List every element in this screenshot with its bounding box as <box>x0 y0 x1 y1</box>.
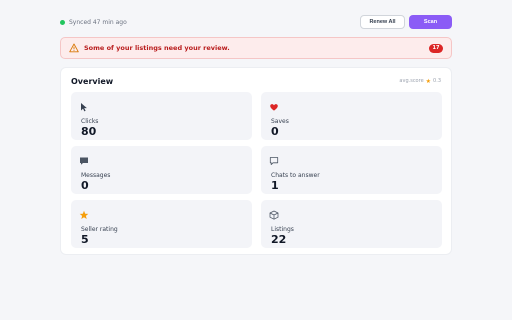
cursor-icon <box>79 102 89 112</box>
heart-icon <box>269 102 279 112</box>
stat-value: 0 <box>271 125 279 138</box>
stat-label: Clicks <box>81 118 99 125</box>
stat-tile-chats[interactable]: Chats to answer 1 <box>261 146 442 194</box>
stat-label: Messages <box>81 172 111 179</box>
stat-label: Listings <box>271 226 294 233</box>
top-bar: Synced 47 min ago Renew All Scan <box>60 15 452 29</box>
avg-score-label: avg.score <box>399 78 424 84</box>
stat-tile-clicks[interactable]: Clicks 80 <box>71 92 252 140</box>
renew-all-button[interactable]: Renew All <box>360 15 405 29</box>
alert-message: Some of your listings need your review. <box>84 44 230 52</box>
box-icon <box>269 210 279 220</box>
alert-count-badge: 17 <box>429 43 443 53</box>
scan-button[interactable]: Scan <box>409 15 452 29</box>
sync-status-text: Synced 47 min ago <box>69 18 127 26</box>
stat-label: Seller rating <box>81 226 118 233</box>
warning-icon <box>69 43 79 53</box>
stat-value: 80 <box>81 125 97 138</box>
sync-status-dot <box>60 19 65 25</box>
stat-tile-messages[interactable]: Messages 0 <box>71 146 252 194</box>
chat-bubble-icon <box>269 156 279 166</box>
message-icon <box>79 156 89 166</box>
overview-header: Overview avg.score ★ 0.3 <box>71 75 441 87</box>
star-icon: ★ <box>425 77 432 85</box>
stat-tile-saves[interactable]: Saves 0 <box>261 92 442 140</box>
stat-tile-seller-rating[interactable]: Seller rating 5 <box>71 200 252 248</box>
overview-card: Overview avg.score ★ 0.3 Clicks 80 Saves… <box>60 67 452 255</box>
stat-value: 22 <box>271 233 287 246</box>
review-alert[interactable]: Some of your listings need your review. … <box>60 37 452 59</box>
avg-score-value: 0.3 <box>433 78 441 84</box>
stat-value: 5 <box>81 233 89 246</box>
stat-value: 0 <box>81 179 89 192</box>
sync-status: Synced 47 min ago <box>60 19 127 26</box>
star-icon <box>79 210 89 220</box>
header-actions: Renew All Scan <box>360 15 452 29</box>
avg-score: avg.score ★ 0.3 <box>399 78 441 85</box>
stat-label: Saves <box>271 118 289 125</box>
stat-tile-listings[interactable]: Listings 22 <box>261 200 442 248</box>
stat-label: Chats to answer <box>271 172 320 179</box>
overview-title: Overview <box>71 76 114 86</box>
stat-value: 1 <box>271 179 279 192</box>
